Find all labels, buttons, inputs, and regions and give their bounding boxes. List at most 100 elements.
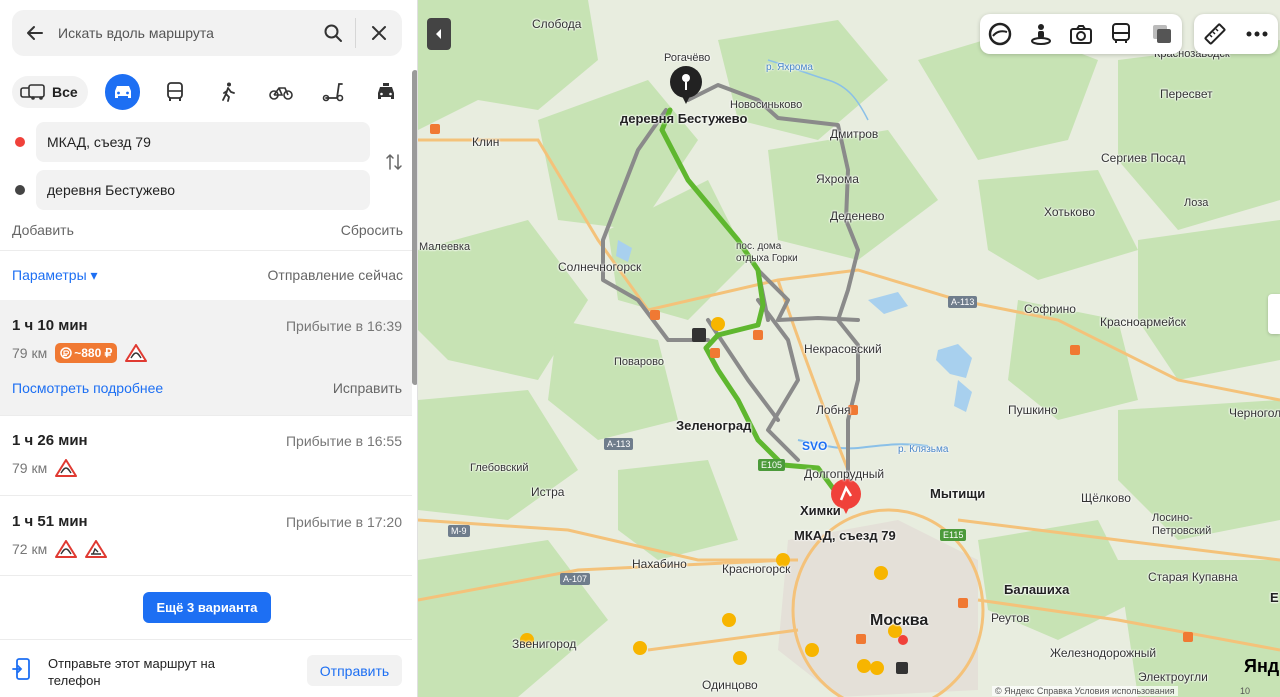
- end-point-text: деревня Бестужево: [47, 182, 176, 198]
- close-icon: [372, 26, 386, 40]
- panorama-layer-button[interactable]: [1027, 20, 1055, 48]
- mode-all-label: Все: [52, 84, 78, 100]
- collapse-panel-button[interactable]: [427, 18, 451, 50]
- route-info: 79 км ~880 ₽: [12, 343, 148, 363]
- back-button[interactable]: [12, 10, 58, 56]
- end-point-field[interactable]: деревня Бестужево: [36, 170, 370, 210]
- traffic-layer-button[interactable]: [986, 20, 1014, 48]
- map-label: пос. дома отдыха Горки: [736, 241, 798, 264]
- send-button[interactable]: Отправить: [307, 655, 402, 686]
- point-actions: Добавить Сбросить: [12, 222, 403, 238]
- route-details-link[interactable]: Посмотреть подробнее: [12, 380, 163, 396]
- more-variants-button[interactable]: Ещё 3 варианта: [143, 592, 271, 623]
- map-label: Поварово: [614, 356, 664, 368]
- send-to-phone-text: Отправьте этот маршрут на телефон: [48, 656, 215, 688]
- more-dots-icon: [1246, 31, 1268, 37]
- departure-time[interactable]: Отправление сейчас: [268, 267, 403, 284]
- mode-public-transport[interactable]: [157, 74, 193, 110]
- search-icon: [324, 24, 342, 42]
- map-label: Реутов: [991, 611, 1030, 625]
- map-label: Красногорск: [722, 562, 791, 576]
- mode-scooter[interactable]: [316, 74, 352, 110]
- transport-layer-button[interactable]: [1107, 20, 1135, 48]
- divider: [0, 575, 412, 576]
- map-label: Сергиев Посад: [1101, 151, 1186, 165]
- route-option-1[interactable]: 1 ч 10 мин Прибытие в 16:39 79 км ~880 ₽…: [0, 300, 412, 415]
- transport-modes: Все: [12, 74, 404, 110]
- reset-link[interactable]: Сбросить: [341, 222, 403, 238]
- map-label: Зеленоград: [676, 418, 752, 433]
- swap-points-button[interactable]: [384, 152, 404, 172]
- route-arrival: Прибытие в 16:39: [285, 318, 402, 334]
- close-button[interactable]: [356, 10, 402, 56]
- airport-label: SVO: [802, 439, 828, 453]
- map-label: Одинцово: [702, 678, 758, 692]
- route-distance: 79 км: [12, 460, 48, 476]
- route-edit-link[interactable]: Исправить: [333, 380, 402, 396]
- photos-layer-button[interactable]: [1067, 20, 1095, 48]
- map-label: Мытищи: [930, 486, 986, 501]
- map-label: Химки: [800, 503, 841, 518]
- start-point-text: МКАД, съезд 79: [47, 134, 151, 150]
- route-arrival: Прибытие в 16:55: [285, 433, 402, 449]
- params-dropdown[interactable]: Параметры ▾: [12, 267, 98, 284]
- map-label: Щёлково: [1081, 491, 1131, 505]
- mode-taxi[interactable]: [368, 74, 404, 110]
- chevron-left-icon: [436, 29, 441, 39]
- layers-button[interactable]: [1148, 20, 1176, 48]
- more-button[interactable]: [1243, 20, 1271, 48]
- map-label: р. Яхрома: [766, 62, 813, 73]
- bus-icon: [1112, 23, 1131, 43]
- map-label: Нахабино: [632, 557, 687, 571]
- map-scale: 10: [1240, 686, 1251, 696]
- mode-all[interactable]: Все: [12, 76, 88, 108]
- mode-bicycle[interactable]: [263, 74, 299, 110]
- route-info: 79 км: [12, 459, 78, 477]
- start-point-field[interactable]: МКАД, съезд 79: [36, 122, 370, 162]
- map-copyright[interactable]: © Яндекс Справка Условия использования: [992, 686, 1178, 696]
- map-label: Железнодорожный: [1050, 646, 1157, 660]
- route-search-input[interactable]: [58, 25, 311, 41]
- map-view[interactable]: Слобода Рогачёво деревня Бестужево Новос…: [418, 0, 1280, 697]
- map-label: Яхрома: [816, 172, 859, 186]
- route-info: 72 км: [12, 540, 108, 558]
- mode-walk[interactable]: [210, 74, 246, 110]
- map-label: Долгопрудный: [804, 467, 885, 481]
- car-icon: [114, 86, 131, 98]
- map-label: Лобня: [816, 403, 851, 417]
- map-label: Истра: [531, 485, 565, 499]
- warning-icon: [125, 344, 148, 362]
- taxi-icon: [378, 83, 395, 99]
- bicycle-icon: [268, 87, 293, 100]
- mode-car[interactable]: [104, 74, 141, 110]
- map-label: Лосино-Петровский: [1152, 512, 1212, 537]
- map-label: р. Клязьма: [898, 444, 949, 455]
- search-button[interactable]: [311, 10, 355, 56]
- toll-road-icon: [60, 347, 72, 359]
- map-label: Красноармейск: [1100, 315, 1186, 329]
- route-option-3[interactable]: 1 ч 51 мин Прибытие в 17:20 72 км: [0, 496, 412, 575]
- add-point-link[interactable]: Добавить: [12, 222, 74, 238]
- camera-marker: [692, 328, 706, 342]
- map-tools-toolbar: [1194, 14, 1278, 54]
- map-label: Пересвет: [1160, 87, 1213, 101]
- route-distance: 72 км: [12, 541, 48, 557]
- camera-icon: [1069, 25, 1092, 44]
- map-label: Е: [1270, 590, 1279, 605]
- phone-icon: [12, 658, 30, 680]
- warning-icon: [55, 540, 78, 558]
- send-to-phone-row: Отправьте этот маршрут на телефон Отправ…: [0, 640, 412, 697]
- ruler-button[interactable]: [1201, 20, 1229, 48]
- map-label: Клин: [472, 135, 500, 149]
- params-row: Параметры ▾ Отправление сейчас: [12, 267, 403, 284]
- route-option-2[interactable]: 1 ч 26 мин Прибытие в 16:55 79 км: [0, 416, 412, 495]
- layers-icon: [1152, 25, 1171, 43]
- side-panel-handle[interactable]: [1268, 294, 1280, 334]
- route-distance: 79 км: [12, 345, 48, 361]
- toll-price: ~880 ₽: [74, 346, 113, 360]
- swap-icon: [386, 154, 402, 170]
- route-search-box: [12, 10, 402, 56]
- map-label: Звенигород: [512, 637, 577, 651]
- map-layers-toolbar: [980, 14, 1182, 54]
- yandex-logo: Янд: [1244, 656, 1280, 676]
